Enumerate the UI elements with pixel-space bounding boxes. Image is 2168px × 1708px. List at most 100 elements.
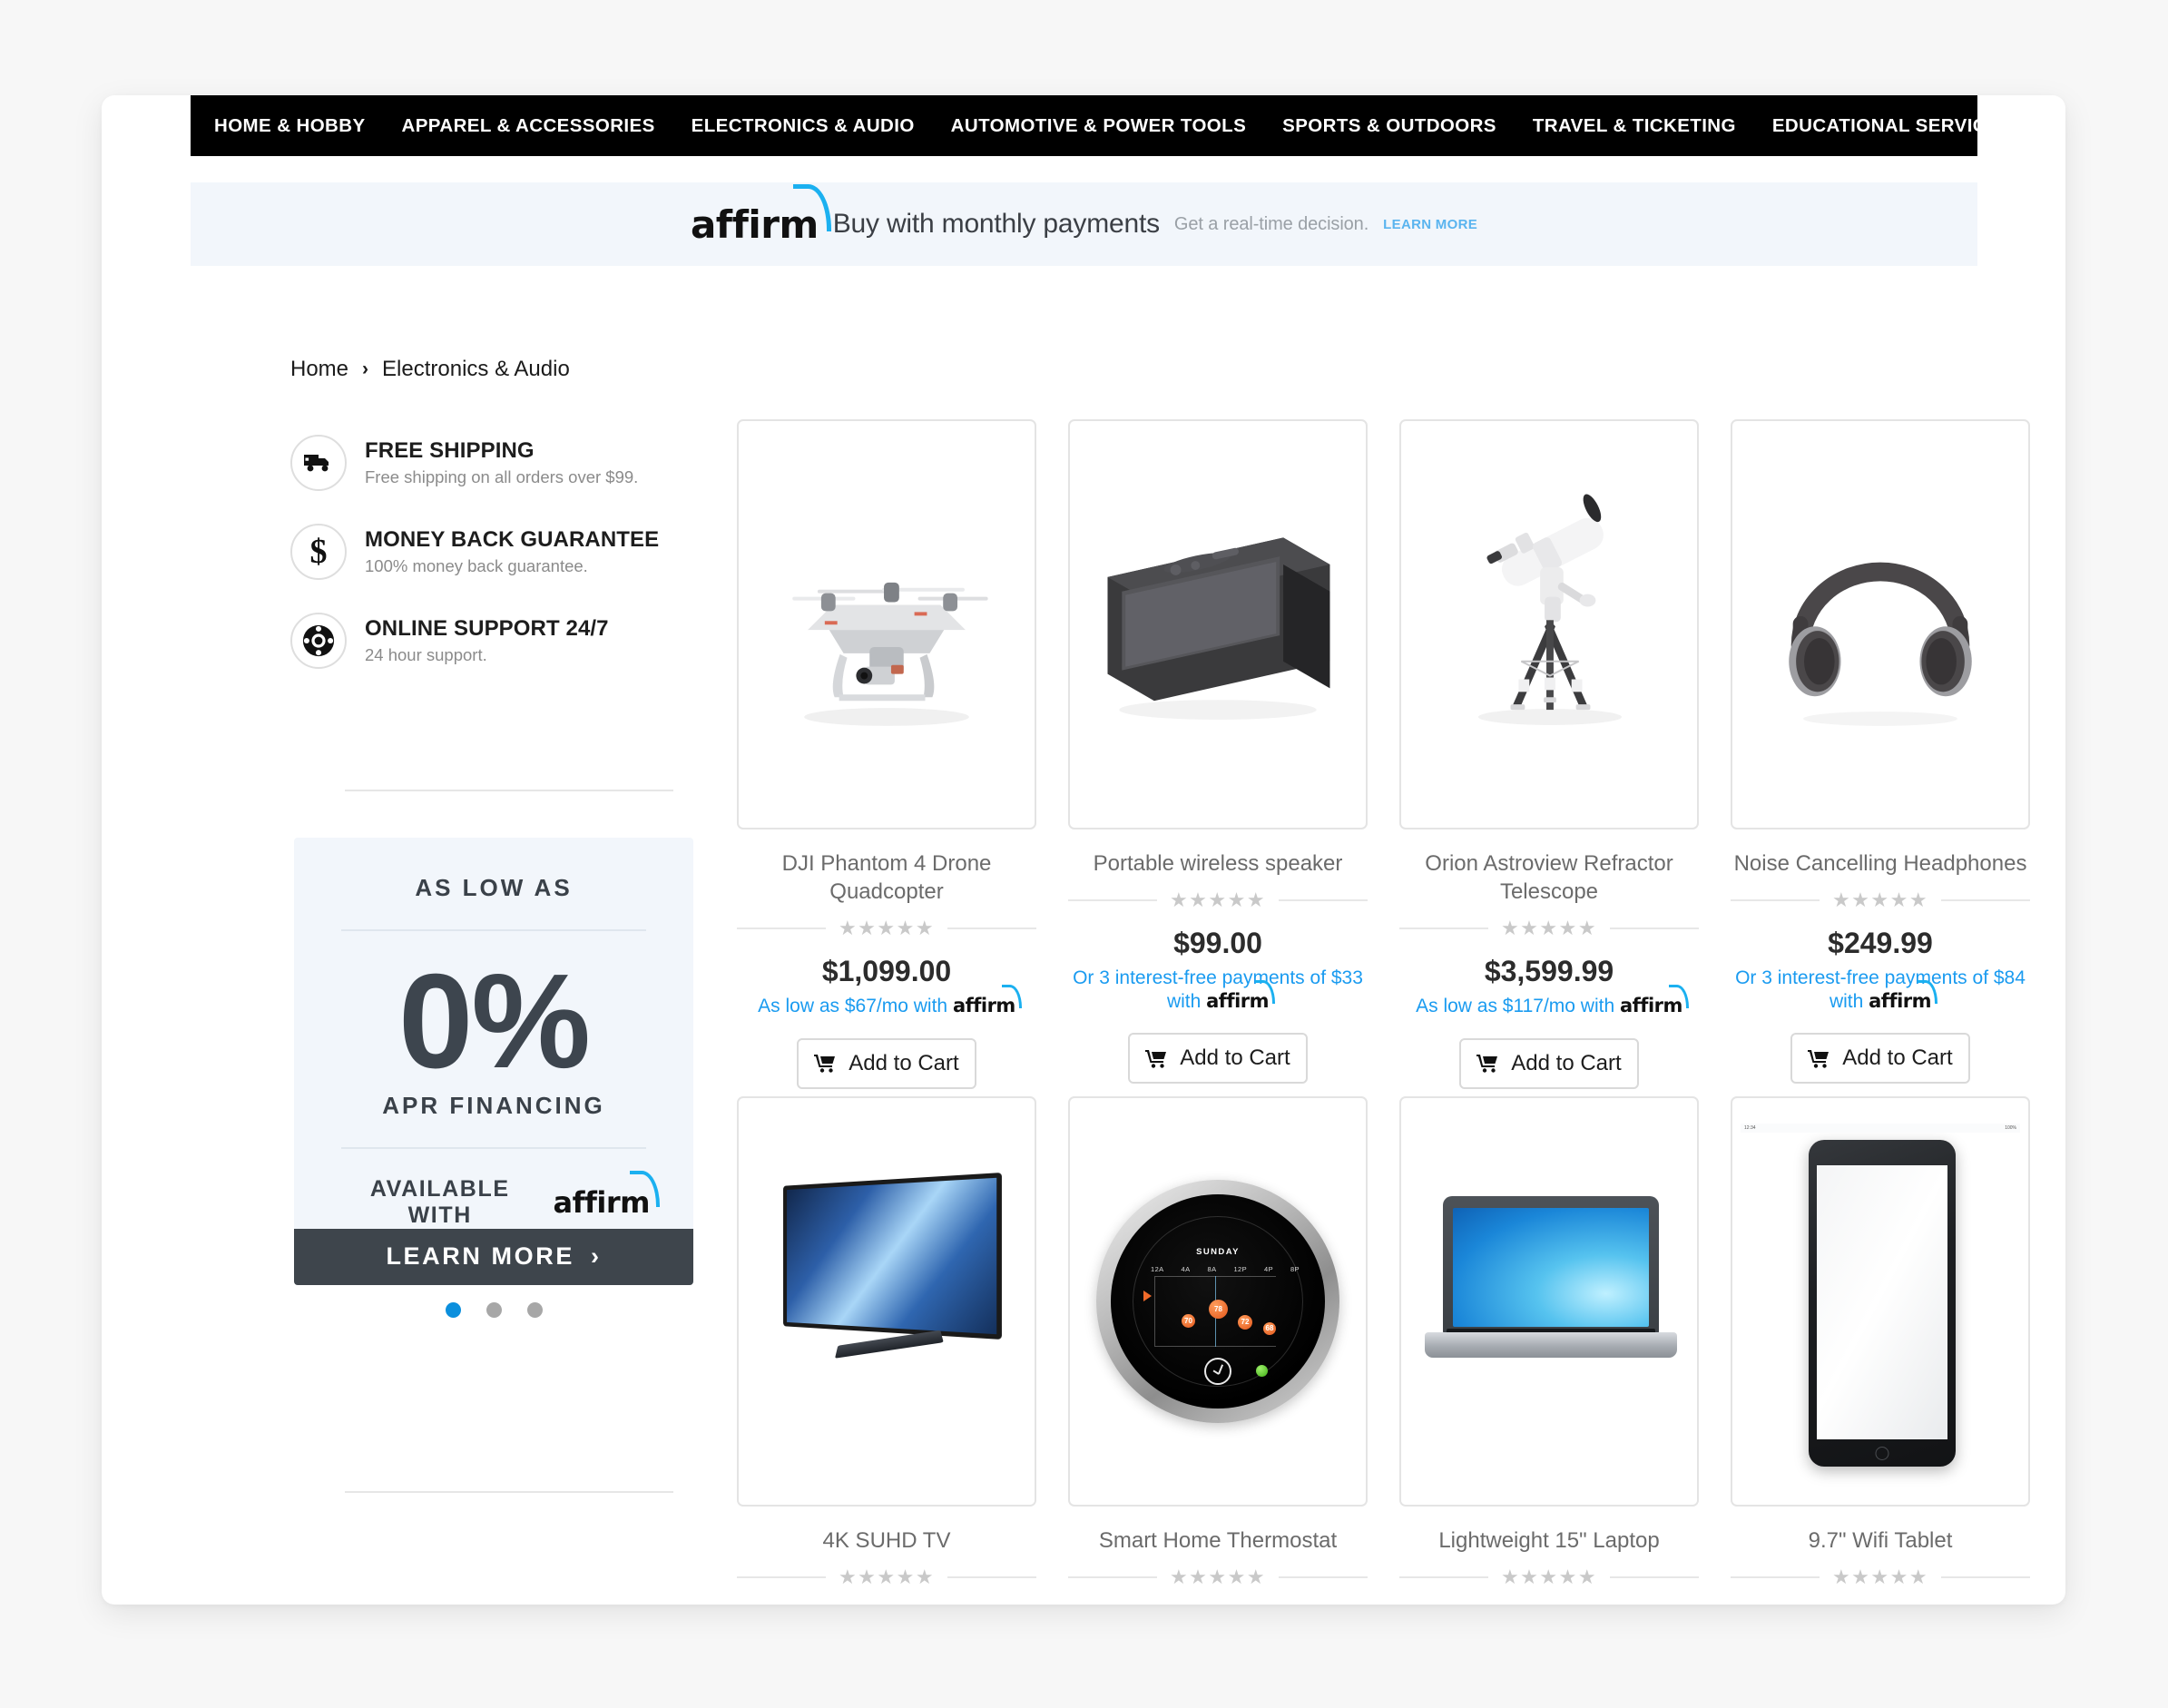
time-tick: 8A bbox=[1207, 1264, 1217, 1273]
tablet-body bbox=[1809, 1139, 1956, 1467]
chevron-right-icon: › bbox=[362, 358, 369, 379]
product-card: Noise Cancelling Headphones ★★★★★ $249.9… bbox=[1731, 419, 2030, 1089]
speaker-image[interactable] bbox=[1068, 419, 1368, 829]
promo-percent-value: 0% bbox=[398, 947, 591, 1096]
add-to-cart-button[interactable]: Add to Cart bbox=[1128, 1033, 1308, 1085]
cart-icon bbox=[1808, 1049, 1830, 1068]
page-card: HOME & HOBBY APPAREL & ACCESSORIES ELECT… bbox=[102, 95, 2065, 1605]
rating-rule-right bbox=[947, 1576, 1036, 1579]
product-card: Lightweight 15" Laptop ★★★★★ $2,199.99 A… bbox=[1399, 1095, 1699, 1605]
rating-row: ★★★★★ bbox=[737, 1566, 1036, 1589]
time-tick: 4A bbox=[1181, 1264, 1191, 1273]
rating-rule-left bbox=[737, 928, 826, 930]
add-to-cart-label: Add to Cart bbox=[849, 1050, 959, 1075]
thermostat-current-marker-icon bbox=[1143, 1290, 1152, 1301]
thermostat-screen: SUNDAY 12A 4A 8A 12P 4P 8P 70 78 72 68 bbox=[1111, 1193, 1325, 1409]
affirm-logo: affirm bbox=[553, 1170, 660, 1220]
nav-item-sports-outdoors[interactable]: SPORTS & OUTDOORS bbox=[1264, 95, 1515, 156]
thermostat-setpoint[interactable]: 72 bbox=[1238, 1314, 1252, 1330]
carousel-dot-1[interactable] bbox=[445, 1302, 461, 1318]
tablet-image[interactable]: 12:34 100% bbox=[1731, 1095, 2030, 1507]
product-card: 12:34 100% 9.7" Wifi Tablet ★★★★★ $749.9… bbox=[1731, 1095, 2030, 1605]
nav-item-apparel-accessories[interactable]: APPAREL & ACCESSORIES bbox=[384, 95, 673, 156]
thermostat-setpoint[interactable]: 70 bbox=[1182, 1313, 1195, 1328]
rating-rule-right bbox=[1941, 1576, 2030, 1579]
product-financing[interactable]: Or 3 interest-free payments of $33 with … bbox=[1068, 967, 1368, 1013]
tv-image[interactable] bbox=[737, 1095, 1036, 1507]
rating-row: ★★★★★ bbox=[1068, 888, 1368, 912]
product-name[interactable]: Noise Cancelling Headphones bbox=[1731, 849, 2030, 878]
financing-text: As low as $117/mo with bbox=[1416, 996, 1620, 1017]
thermostat-setpoint[interactable]: 78 bbox=[1209, 1299, 1228, 1319]
product-card: Portable wireless speaker ★★★★★ $99.00 O… bbox=[1068, 419, 1368, 1089]
rating-rule-left bbox=[1399, 1576, 1488, 1579]
rating-rule-right bbox=[1279, 899, 1368, 902]
add-to-cart-button[interactable]: Add to Cart bbox=[1459, 1037, 1639, 1089]
add-to-cart-button[interactable]: Add to Cart bbox=[797, 1037, 976, 1089]
product-card: DJI Phantom 4 Drone Quadcopter ★★★★★ $1,… bbox=[737, 419, 1036, 1089]
headphones-image[interactable] bbox=[1731, 419, 2030, 829]
thermostat-day-label: SUNDAY bbox=[1196, 1246, 1240, 1257]
promo-divider-top bbox=[341, 929, 646, 931]
add-to-cart-button[interactable]: Add to Cart bbox=[1790, 1033, 1970, 1085]
product-name[interactable]: Smart Home Thermostat bbox=[1068, 1526, 1368, 1555]
laptop-image[interactable] bbox=[1399, 1095, 1699, 1507]
star-rating-icon: ★★★★★ bbox=[1169, 1566, 1267, 1589]
affirm-financing-promo-card[interactable]: AS LOW AS 0% APR FINANCING AVAILABLE WIT… bbox=[294, 838, 693, 1285]
promo-available-label: AVAILABLE WITH bbox=[369, 1175, 510, 1228]
sidebar: FREE SHIPPING Free shipping on all order… bbox=[290, 435, 699, 702]
product-name[interactable]: Portable wireless speaker bbox=[1068, 849, 1368, 878]
tablet-status-bar: 12:34 100% bbox=[1741, 1123, 2020, 1133]
thermostat-setpoint[interactable]: 68 bbox=[1263, 1321, 1276, 1335]
truck-icon bbox=[290, 435, 347, 491]
promo-available-with: AVAILABLE WITH affirm bbox=[338, 1170, 660, 1229]
star-rating-icon: ★★★★★ bbox=[1500, 917, 1598, 940]
rating-rule-left bbox=[1399, 928, 1488, 930]
affirm-logo: affirm bbox=[1620, 985, 1689, 1018]
star-rating-icon: ★★★★★ bbox=[838, 917, 936, 940]
affirm-arc-icon bbox=[792, 183, 831, 231]
product-financing[interactable]: As low as $117/mo with affirm bbox=[1399, 985, 1699, 1018]
carousel-dot-3[interactable] bbox=[526, 1302, 543, 1318]
rating-rule-right bbox=[1610, 1576, 1699, 1579]
product-financing[interactable]: As low as $67/mo with affirm bbox=[737, 985, 1036, 1018]
product-price: $249.99 bbox=[1828, 927, 1933, 960]
product-name[interactable]: 4K SUHD TV bbox=[737, 1526, 1036, 1555]
time-tick: 4P bbox=[1264, 1264, 1273, 1273]
product-name[interactable]: 9.7" Wifi Tablet bbox=[1731, 1526, 2030, 1555]
tablet-screen bbox=[1817, 1164, 1947, 1439]
product-card: SUNDAY 12A 4A 8A 12P 4P 8P 70 78 72 68 S… bbox=[1068, 1095, 1368, 1605]
product-financing[interactable]: Or 3 interest-free payments of $84 with … bbox=[1731, 967, 2030, 1013]
star-rating-icon: ★★★★★ bbox=[1831, 888, 1929, 912]
nav-item-home-hobby[interactable]: HOME & HOBBY bbox=[191, 95, 384, 156]
nav-item-educational-services[interactable]: EDUCATIONAL SERVICES bbox=[1754, 95, 2030, 156]
laptop-base bbox=[1425, 1331, 1677, 1358]
product-name[interactable]: Orion Astroview Refractor Telescope bbox=[1399, 849, 1699, 906]
feature-free-shipping: FREE SHIPPING Free shipping on all order… bbox=[290, 435, 699, 491]
product-name[interactable]: DJI Phantom 4 Drone Quadcopter bbox=[737, 849, 1036, 906]
affirm-promo-banner[interactable]: affirm Buy with monthly payments Get a r… bbox=[191, 182, 1977, 266]
star-rating-icon: ★★★★★ bbox=[1500, 1566, 1598, 1589]
drone-image[interactable] bbox=[737, 419, 1036, 829]
rating-rule-left bbox=[737, 1576, 826, 1579]
rating-rule-right bbox=[1941, 899, 2030, 902]
rating-rule-right bbox=[1279, 1576, 1368, 1579]
telescope-image[interactable] bbox=[1399, 419, 1699, 829]
promo-apr-label: APR FINANCING bbox=[382, 1091, 605, 1119]
affirm-learn-more-link[interactable]: LEARN MORE bbox=[1383, 217, 1477, 232]
promo-learn-more-button[interactable]: LEARN MORE › bbox=[294, 1228, 693, 1285]
product-price: $249.99 bbox=[1068, 1604, 1368, 1605]
feature-money-back-guarantee: $ MONEY BACK GUARANTEE 100% money back g… bbox=[290, 524, 699, 580]
breadcrumb-home-link[interactable]: Home bbox=[290, 357, 348, 382]
nav-item-travel-ticketing[interactable]: TRAVEL & TICKETING bbox=[1515, 95, 1754, 156]
affirm-logo: affirm bbox=[953, 985, 1022, 1018]
carousel-dot-2[interactable] bbox=[486, 1302, 502, 1318]
product-price: $1,099.00 bbox=[821, 955, 952, 988]
product-name[interactable]: Lightweight 15" Laptop bbox=[1399, 1526, 1699, 1555]
cart-icon bbox=[814, 1055, 836, 1074]
thermostat-image[interactable]: SUNDAY 12A 4A 8A 12P 4P 8P 70 78 72 68 bbox=[1068, 1095, 1368, 1507]
product-price: $2,199.99 bbox=[1399, 1604, 1699, 1605]
nav-item-electronics-audio[interactable]: ELECTRONICS & AUDIO bbox=[673, 95, 933, 156]
nav-item-automotive-power-tools[interactable]: AUTOMOTIVE & POWER TOOLS bbox=[933, 95, 1264, 156]
cart-icon bbox=[1476, 1055, 1498, 1074]
